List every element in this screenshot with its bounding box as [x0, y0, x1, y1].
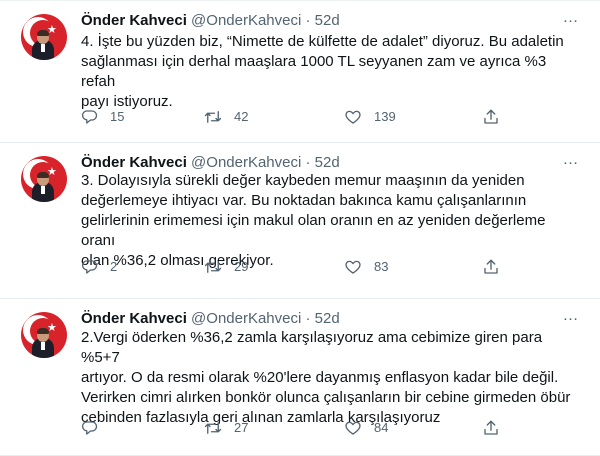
reply-count: 15: [110, 109, 125, 124]
display-name[interactable]: Önder Kahveci: [81, 154, 187, 171]
separator-dot: ·: [305, 154, 311, 171]
more-icon[interactable]: …: [556, 10, 586, 31]
heart-icon: [345, 110, 361, 124]
tweet-actions: 27 84: [80, 418, 520, 438]
separator-dot: ·: [305, 12, 311, 29]
timestamp[interactable]: 52d: [315, 310, 340, 327]
reply-button[interactable]: 2: [80, 257, 117, 277]
retweet-button[interactable]: 42: [204, 107, 248, 127]
tweet-text-line: gelirlerinin erimemesi için makul olan o…: [81, 212, 546, 249]
tweet[interactable]: ★ Önder Kahveci @OnderKahveci · 52d … 3.…: [0, 143, 600, 299]
share-button[interactable]: [482, 107, 512, 127]
retweet-icon: [204, 261, 222, 273]
separator-dot: ·: [305, 310, 311, 327]
share-button[interactable]: [482, 257, 512, 277]
tweet-text-line: 2.Vergi öderken %36,2 zamla karşılaşıyor…: [81, 329, 543, 366]
display-name[interactable]: Önder Kahveci: [81, 310, 187, 327]
avatar[interactable]: ★: [21, 156, 67, 202]
tweet-actions: 15 42 139: [80, 107, 520, 127]
tweet-text-line: 4. İşte bu yüzden biz, “Nimette de külfe…: [81, 33, 564, 50]
tweet-text-line: artıyor. O da resmi olarak %20'lere daya…: [81, 369, 559, 386]
reply-count: 2: [110, 259, 118, 274]
heart-icon: [345, 260, 361, 274]
more-icon[interactable]: …: [556, 308, 586, 329]
more-icon[interactable]: …: [556, 152, 586, 173]
tweet-text-line: değerlemeye ihtiyacı var. Bu noktadan ba…: [81, 192, 527, 209]
user-handle[interactable]: @OnderKahveci: [191, 154, 301, 171]
retweet-icon: [204, 111, 222, 123]
user-handle[interactable]: @OnderKahveci: [191, 12, 301, 29]
like-count: 83: [374, 259, 389, 274]
retweet-count: 29: [234, 259, 249, 274]
display-name[interactable]: Önder Kahveci: [81, 12, 187, 29]
tweet-text-line: 3. Dolayısıyla sürekli değer kaybeden me…: [81, 172, 525, 189]
share-icon: [484, 420, 498, 435]
share-icon: [484, 109, 498, 124]
reply-button[interactable]: [80, 418, 110, 438]
tweet-header: Önder Kahveci @OnderKahveci · 52d: [81, 309, 340, 329]
share-icon: [484, 259, 498, 274]
tweet-feed: ★ Önder Kahveci @OnderKahveci · 52d … 4.…: [0, 0, 600, 456]
avatar[interactable]: ★: [21, 312, 67, 358]
retweet-count: 27: [234, 420, 249, 435]
timestamp[interactable]: 52d: [315, 12, 340, 29]
tweet-text: 4. İşte bu yüzden biz, “Nimette de külfe…: [81, 32, 581, 112]
heart-icon: [345, 421, 361, 435]
tweet-text-line: sağlanması için derhal maaşlara 1000 TL …: [81, 53, 547, 90]
tweet-header: Önder Kahveci @OnderKahveci · 52d: [81, 11, 340, 31]
tweet-actions: 2 29 83: [80, 257, 520, 277]
retweet-button[interactable]: 27: [204, 418, 248, 438]
retweet-icon: [204, 422, 222, 434]
share-button[interactable]: [482, 418, 512, 438]
retweet-button[interactable]: 29: [204, 257, 248, 277]
timestamp[interactable]: 52d: [315, 154, 340, 171]
tweet[interactable]: ★ Önder Kahveci @OnderKahveci · 52d … 4.…: [0, 1, 600, 143]
reply-icon: [81, 110, 98, 124]
reply-icon: [81, 260, 98, 274]
tweet[interactable]: ★ Önder Kahveci @OnderKahveci · 52d … 2.…: [0, 299, 600, 456]
like-button[interactable]: 84: [344, 418, 388, 438]
like-button[interactable]: 139: [344, 107, 396, 127]
like-count: 139: [374, 109, 396, 124]
user-handle[interactable]: @OnderKahveci: [191, 310, 301, 327]
retweet-count: 42: [234, 109, 249, 124]
avatar[interactable]: ★: [21, 14, 67, 60]
tweet-text: 3. Dolayısıyla sürekli değer kaybeden me…: [81, 171, 581, 271]
like-button[interactable]: 83: [344, 257, 388, 277]
like-count: 84: [374, 420, 389, 435]
reply-button[interactable]: 15: [80, 107, 124, 127]
tweet-text: 2.Vergi öderken %36,2 zamla karşılaşıyor…: [81, 328, 581, 428]
tweet-header: Önder Kahveci @OnderKahveci · 52d: [81, 153, 340, 173]
tweet-text-line: Verirken cimri alırken bonkör olunca çal…: [81, 389, 571, 406]
reply-icon: [81, 421, 98, 435]
